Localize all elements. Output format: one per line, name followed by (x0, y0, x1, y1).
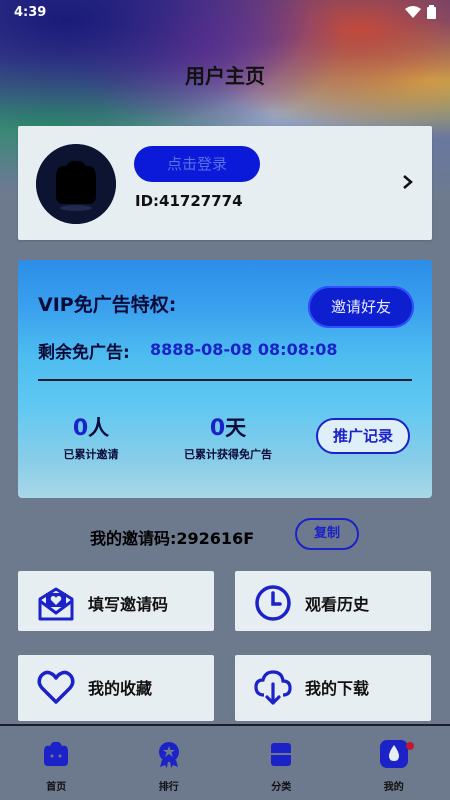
enter-invite-code-label: 填写邀请码 (88, 595, 169, 614)
mail-heart-icon (38, 587, 74, 621)
nav-home-label: 首页 (46, 782, 67, 793)
chevron-right-icon[interactable] (402, 174, 414, 195)
my-downloads-tile[interactable]: 我的下载 (235, 655, 431, 721)
battery-icon (427, 5, 436, 19)
wifi-icon (405, 6, 421, 18)
copy-button[interactable]: 复制 (295, 518, 359, 550)
invite-code-row: 我的邀请码:292616F 复制 (0, 518, 450, 552)
bottom-nav: 首页 排行 分类 我的 (0, 724, 450, 800)
invited-unit: 人 (88, 416, 110, 440)
nav-profile-label: 我的 (383, 782, 404, 793)
nav-home[interactable]: 首页 (0, 726, 113, 800)
login-button[interactable]: 点击登录 (134, 146, 260, 182)
notification-dot (405, 742, 414, 750)
my-downloads-label: 我的下载 (305, 679, 370, 698)
status-bar: 4:39 (0, 0, 450, 24)
days-label: 已累计获得免广告 (184, 448, 272, 461)
my-favorites-label: 我的收藏 (88, 679, 153, 698)
status-time: 4:39 (14, 4, 47, 20)
my-favorites-tile[interactable]: 我的收藏 (18, 655, 214, 721)
vip-title: VIP免广告特权: (38, 294, 177, 316)
invite-friends-button[interactable]: 邀请好友 (308, 286, 414, 328)
remaining-value: 8888-08-08 08:08:08 (150, 340, 338, 359)
nav-category-label: 分类 (271, 782, 292, 793)
invited-count: 0 (72, 416, 89, 441)
ranking-medal-icon (158, 742, 179, 768)
nav-category[interactable]: 分类 (225, 726, 338, 800)
nav-profile[interactable]: 我的 (338, 726, 450, 800)
days-count: 0 (209, 416, 226, 441)
user-card[interactable]: 点击登录 ID:41727774 (18, 126, 432, 240)
user-id: ID:41727774 (135, 192, 243, 210)
cloud-download-icon (254, 670, 292, 705)
avatar[interactable] (36, 144, 116, 224)
enter-invite-code-tile[interactable]: 填写邀请码 (18, 571, 214, 631)
days-stat: 0天 已累计获得免广告 (168, 412, 288, 462)
divider (38, 379, 412, 381)
remaining-label: 剩余免广告: (38, 343, 130, 363)
watch-history-tile[interactable]: 观看历史 (235, 571, 431, 631)
clock-icon (255, 585, 291, 621)
vip-card: VIP免广告特权: 邀请好友 剩余免广告: 8888-08-08 08:08:0… (18, 260, 432, 498)
nav-ranking-label: 排行 (158, 782, 179, 793)
days-unit: 天 (225, 416, 247, 440)
default-avatar-icon (36, 144, 116, 224)
invited-stat: 0人 已累计邀请 (56, 412, 126, 462)
profile-icon (379, 740, 408, 768)
invited-label: 已累计邀请 (63, 448, 119, 461)
invite-code-text: 我的邀请码:292616F (90, 529, 255, 548)
page-title: 用户主页 (185, 64, 265, 88)
heart-icon (37, 670, 75, 704)
category-icon (271, 743, 292, 766)
nav-ranking[interactable]: 排行 (113, 726, 226, 800)
promotion-records-button[interactable]: 推广记录 (316, 418, 410, 454)
home-icon (44, 741, 69, 766)
watch-history-label: 观看历史 (305, 595, 370, 614)
